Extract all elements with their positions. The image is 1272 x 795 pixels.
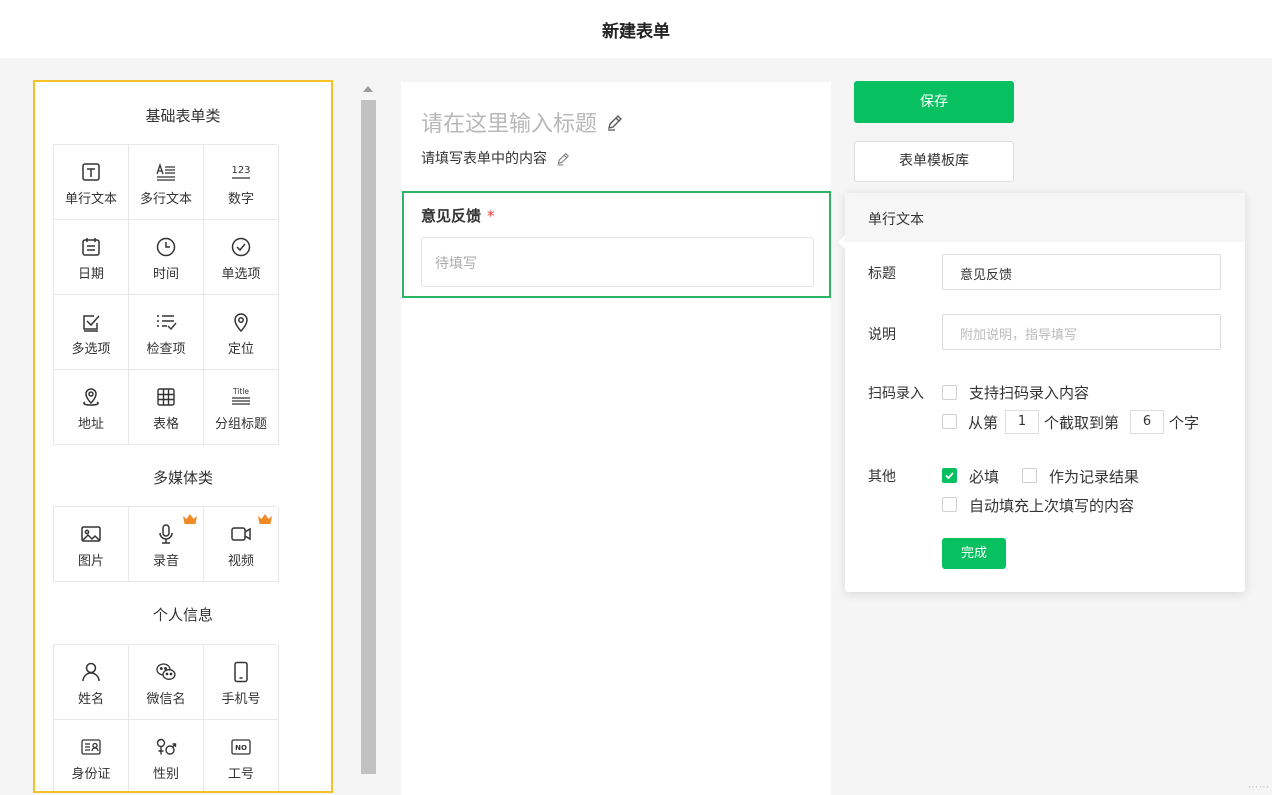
- component-date[interactable]: 日期: [54, 220, 129, 295]
- autofill-text: 自动填充上次填写的内容: [969, 497, 1135, 515]
- form-description-input[interactable]: 请填写表单中的内容: [421, 148, 569, 168]
- component-location[interactable]: 定位: [204, 295, 279, 370]
- field-properties-panel: 单行文本 标题 意见反馈 说明 附加说明，指导填写 扫码录入 支持扫码录入内容 …: [838, 193, 1245, 592]
- radio-check-icon: [230, 236, 252, 258]
- properties-header: 单行文本: [845, 193, 1245, 242]
- form-title-input[interactable]: 请在这里输入标题: [421, 106, 622, 138]
- palette-scrollbar[interactable]: [360, 82, 376, 775]
- scan-suffix-text: 个字: [1169, 414, 1200, 432]
- scan-from-input[interactable]: 1: [1005, 410, 1039, 434]
- component-table[interactable]: 表格: [129, 370, 204, 445]
- multiline-text-icon: [155, 161, 177, 183]
- scan-from-text: 从第: [968, 414, 999, 432]
- template-library-button[interactable]: 表单模板库: [854, 141, 1014, 182]
- edit-pencil-icon[interactable]: [606, 113, 622, 131]
- section-title-basic: 基础表单类: [145, 107, 221, 125]
- person-icon: [80, 661, 102, 683]
- required-mark: *: [487, 207, 495, 225]
- scan-label: 扫码录入: [868, 386, 924, 402]
- address-pin-icon: [80, 386, 102, 408]
- component-wechat-name[interactable]: 微信名: [129, 645, 204, 720]
- title-input[interactable]: 意见反馈: [942, 254, 1221, 290]
- component-name[interactable]: 姓名: [54, 645, 129, 720]
- section-title-media: 多媒体类: [152, 469, 213, 487]
- premium-crown-icon: [183, 514, 197, 524]
- component-checklist[interactable]: 检查项: [129, 295, 204, 370]
- media-components-grid: 图片 录音 视频: [53, 506, 279, 582]
- calendar-icon: [80, 236, 102, 258]
- group-title-icon: Title: [230, 386, 252, 408]
- scan-to-input[interactable]: 6: [1130, 410, 1164, 434]
- component-video[interactable]: 视频: [204, 507, 279, 582]
- top-bar: 新建表单: [0, 0, 1272, 58]
- scroll-up-arrow-icon[interactable]: [363, 86, 373, 92]
- component-image[interactable]: 图片: [54, 507, 129, 582]
- check-icon: [945, 472, 954, 480]
- scrollbar-thumb[interactable]: [361, 100, 376, 774]
- field-preview-input[interactable]: 待填写: [421, 237, 814, 287]
- required-checkbox[interactable]: [942, 468, 957, 483]
- clock-icon: [155, 236, 177, 258]
- component-number[interactable]: 123 数字: [204, 145, 279, 220]
- required-text: 必填: [969, 468, 1000, 486]
- wechat-icon: [155, 661, 177, 683]
- component-audio[interactable]: 录音: [129, 507, 204, 582]
- scan-mid-text: 个截取到第: [1044, 414, 1120, 432]
- description-label: 说明: [868, 327, 896, 343]
- component-id-card[interactable]: 身份证: [54, 720, 129, 791]
- component-phone[interactable]: 手机号: [204, 645, 279, 720]
- premium-crown-icon: [258, 514, 272, 524]
- component-group-title[interactable]: Title 分组标题: [204, 370, 279, 445]
- number-icon: 123: [230, 161, 252, 183]
- panel-caret: [838, 235, 845, 249]
- gender-icon: [155, 736, 177, 758]
- component-single-line-text[interactable]: 单行文本: [54, 145, 129, 220]
- table-icon: [155, 386, 177, 408]
- as-result-text: 作为记录结果: [1049, 468, 1140, 486]
- selected-form-field[interactable]: 意见反馈 * 待填写: [402, 191, 831, 298]
- personal-components-grid: 姓名 微信名 手机号 身份证 性别 NO 工号: [53, 644, 279, 791]
- checklist-icon: [155, 311, 177, 333]
- done-button[interactable]: 完成: [942, 538, 1006, 569]
- component-gender[interactable]: 性别: [129, 720, 204, 791]
- save-button[interactable]: 保存: [854, 81, 1014, 123]
- phone-icon: [230, 661, 252, 683]
- component-palette: 基础表单类 单行文本 多行文本 123 数字 日期 时间 单选项 多选项 检查项…: [33, 80, 333, 793]
- image-icon: [80, 523, 102, 545]
- resize-grip-icon: ⋯⋯: [1248, 782, 1270, 793]
- component-time[interactable]: 时间: [129, 220, 204, 295]
- edit-pencil-icon[interactable]: [556, 151, 569, 166]
- page-title: 新建表单: [602, 22, 670, 42]
- svg-text:Title: Title: [232, 387, 249, 396]
- other-label: 其他: [868, 469, 896, 485]
- text-icon: [80, 161, 102, 183]
- component-multi-line-text[interactable]: 多行文本: [129, 145, 204, 220]
- field-label: 意见反馈 *: [421, 207, 495, 225]
- autofill-checkbox[interactable]: [942, 497, 957, 512]
- scan-support-checkbox[interactable]: [942, 385, 957, 400]
- basic-components-grid: 单行文本 多行文本 123 数字 日期 时间 单选项 多选项 检查项 定位 地址…: [53, 144, 279, 445]
- scan-support-text: 支持扫码录入内容: [969, 384, 1090, 402]
- video-icon: [230, 523, 252, 545]
- microphone-icon: [155, 523, 177, 545]
- form-canvas: 请在这里输入标题 请填写表单中的内容 意见反馈 * 待填写: [401, 82, 831, 795]
- checkbox-icon: [80, 311, 102, 333]
- title-label: 标题: [868, 266, 896, 282]
- svg-text:NO: NO: [235, 744, 247, 752]
- component-employee-number[interactable]: NO 工号: [204, 720, 279, 791]
- employee-number-icon: NO: [230, 736, 252, 758]
- description-input[interactable]: 附加说明，指导填写: [942, 314, 1221, 350]
- scan-substring-checkbox[interactable]: [942, 414, 957, 429]
- component-single-choice[interactable]: 单选项: [204, 220, 279, 295]
- component-address[interactable]: 地址: [54, 370, 129, 445]
- location-pin-icon: [230, 311, 252, 333]
- as-result-checkbox[interactable]: [1022, 468, 1037, 483]
- section-title-personal: 个人信息: [152, 606, 213, 624]
- svg-text:123: 123: [231, 165, 250, 176]
- id-card-icon: [80, 736, 102, 758]
- component-multi-choice[interactable]: 多选项: [54, 295, 129, 370]
